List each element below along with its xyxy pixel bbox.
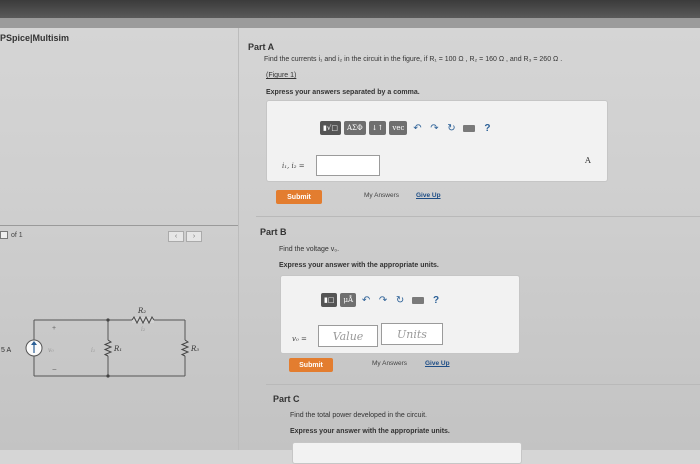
part-b-title: Part B [260,227,287,237]
keyboard-icon[interactable] [410,293,426,307]
part-b-give-up-link[interactable]: Give Up [425,360,450,367]
help-icon[interactable]: ? [480,121,494,135]
part-a-my-answers-link[interactable]: My Answers [364,192,399,199]
part-b-toolbar: ▮□ μÅ ↶ ↷ ↻ ? [321,293,443,307]
part-c-answer-box [292,442,522,464]
part-c-title: Part C [273,394,300,404]
part-c-instruction: Express your answer with the appropriate… [290,428,450,435]
source-label: 5 A [1,347,11,354]
part-b-value-input[interactable]: Value [318,325,378,347]
r1-label: R₁ [113,345,122,353]
part-a-submit-button[interactable]: Submit [276,190,322,204]
r2-label: R₂ [137,307,146,315]
part-b-question: Find the voltage v₀. [279,246,340,253]
figure-1-link[interactable]: (Figure 1) [266,72,296,79]
part-a-instruction: Express your answers separated by a comm… [266,89,420,96]
part-a-answer-input[interactable] [316,155,380,176]
part-b-instruction: Express your answer with the appropriate… [279,262,439,269]
part-b-variable-label: v₀ = [292,335,307,343]
reset-icon[interactable]: ↻ [393,293,407,307]
browser-top-bar [0,0,700,18]
figure-panel-divider [0,225,238,226]
keyboard-icon[interactable] [461,121,477,135]
part-divider [266,384,700,385]
part-a-unit-label: A [585,156,591,165]
panel-divider [238,28,239,450]
help-icon[interactable]: ? [429,293,443,307]
units-button[interactable]: μÅ [340,293,357,307]
vector-button[interactable]: vec [389,121,408,135]
undo-icon[interactable]: ↶ [359,293,373,307]
templates-button[interactable]: ▮□ [321,293,338,307]
figure-thumbnail-checkbox[interactable] [0,231,8,239]
vo-label: v₀ [48,347,54,354]
svg-text:+: + [52,325,56,332]
resistor-r3-icon [180,339,190,357]
circuit-diagram: + − 5 A v₀ i₁ R₁ R₂ i₂ R₃ [1,307,199,378]
part-a-give-up-link[interactable]: Give Up [416,192,441,199]
part-a-toolbar: ▮√□ ΑΣΦ ↓↑ vec ↶ ↷ ↻ ? [320,121,494,135]
redo-icon[interactable]: ↷ [427,121,441,135]
undo-icon[interactable]: ↶ [410,121,424,135]
figure-pager: of 1 [0,231,23,239]
part-divider [256,216,700,217]
app-title: PSpice|Multisim [0,33,70,43]
part-a-question: Find the currents i₁ and i₂ in the circu… [264,56,563,63]
greek-letters-button[interactable]: ΑΣΦ [343,121,366,135]
part-a-variable-label: i₁, i₂ = [282,162,305,170]
templates-button[interactable]: ▮√□ [320,121,341,135]
next-figure-button[interactable]: › [186,231,202,242]
part-b-units-input[interactable]: Units [381,323,443,345]
r3-label: R₃ [190,345,199,353]
part-b-my-answers-link[interactable]: My Answers [372,360,407,367]
part-a-title: Part A [248,42,275,52]
i1-label: i₁ [91,347,95,354]
i2-label: i₂ [141,326,146,333]
part-c-question: Find the total power developed in the ci… [290,412,427,419]
redo-icon[interactable]: ↷ [376,293,390,307]
circuit-figure: + − 5 A v₀ i₁ R₁ R₂ i₂ R₃ [0,300,200,390]
figure-pager-text: of 1 [11,231,23,239]
figure-pager-arrows: ‹ › [168,231,202,242]
reset-icon[interactable]: ↻ [444,121,458,135]
svg-text:−: − [52,365,57,374]
part-b-submit-button[interactable]: Submit [289,358,333,372]
header-band [0,18,700,28]
resistor-r1-icon [103,339,113,357]
sort-button[interactable]: ↓↑ [368,121,387,135]
prev-figure-button[interactable]: ‹ [168,231,184,242]
